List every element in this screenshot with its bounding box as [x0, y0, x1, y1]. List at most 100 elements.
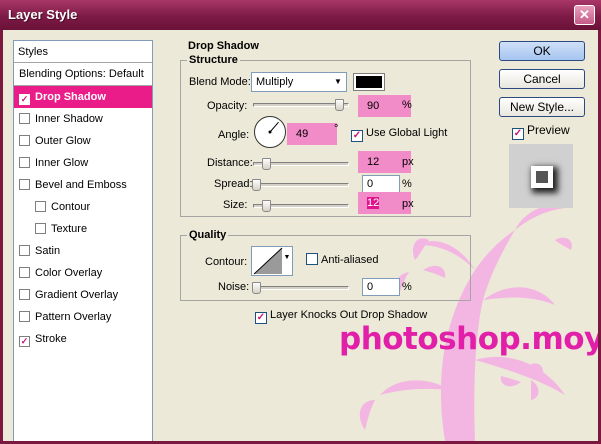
style-item-label: Inner Glow — [35, 157, 89, 169]
angle-label: Angle: — [218, 129, 250, 141]
angle-dial-needle-icon — [268, 121, 279, 134]
opacity-slider[interactable] — [253, 99, 349, 111]
style-item-color-overlay[interactable]: Color Overlay — [14, 262, 152, 284]
new-style-button[interactable]: New Style... — [499, 97, 585, 117]
checkbox-icon — [306, 253, 318, 265]
angle-input[interactable]: 49 — [291, 125, 327, 143]
style-item-label: Color Overlay — [35, 267, 103, 279]
blend-mode-select[interactable]: Multiply ▼ — [251, 72, 347, 92]
styles-list: Styles Blending Options: Default ✓ Drop S… — [13, 40, 153, 441]
noise-slider[interactable] — [252, 282, 349, 294]
layer-style-window: Layer Style ✕ Styles Blending Options: D… — [0, 0, 601, 444]
checkbox-icon[interactable] — [19, 157, 30, 168]
cancel-button[interactable]: Cancel — [499, 69, 585, 89]
style-item-label: Outer Glow — [35, 135, 91, 147]
opacity-input[interactable]: 90 — [362, 97, 400, 115]
styles-header[interactable]: Styles — [14, 41, 152, 63]
window-title: Layer Style — [8, 7, 78, 22]
size-input[interactable]: 12 — [362, 194, 400, 212]
dialog-client: Styles Blending Options: Default ✓ Drop S… — [3, 30, 598, 441]
contour-picker[interactable]: ▼ — [251, 246, 293, 276]
check-icon: ✓ — [255, 312, 267, 324]
check-icon[interactable]: ✓ — [19, 336, 30, 347]
blend-mode-value: Multiply — [256, 76, 294, 88]
opacity-slider-thumb[interactable] — [335, 99, 345, 111]
checkbox-icon[interactable] — [19, 245, 30, 256]
style-item-contour[interactable]: Contour — [14, 196, 152, 218]
spread-input[interactable]: 0 — [362, 175, 400, 193]
style-item-drop-shadow[interactable]: ✓ Drop Shadow — [14, 86, 152, 108]
check-icon[interactable]: ✓ — [19, 94, 30, 105]
opacity-label: Opacity: — [207, 100, 248, 112]
use-global-light-checkbox[interactable]: ✓ Use Global Light — [351, 127, 447, 142]
structure-group: Structure Blend Mode: Multiply ▼ Opacity… — [180, 54, 471, 217]
close-button[interactable]: ✕ — [574, 5, 595, 25]
style-item-inner-glow[interactable]: Inner Glow — [14, 152, 152, 174]
style-item-stroke[interactable]: ✓ Stroke — [14, 328, 152, 350]
distance-unit: px — [402, 156, 414, 168]
style-item-label: Inner Shadow — [35, 113, 103, 125]
layer-knocks-out-label: Layer Knocks Out Drop Shadow — [270, 309, 428, 321]
style-item-gradient-overlay[interactable]: Gradient Overlay — [14, 284, 152, 306]
style-item-texture[interactable]: Texture — [14, 218, 152, 240]
distance-label: Distance: — [207, 157, 253, 169]
shadow-color-swatch[interactable] — [353, 73, 385, 91]
style-item-label: Pattern Overlay — [35, 311, 112, 323]
checkbox-icon[interactable] — [19, 135, 30, 146]
style-item-label: Gradient Overlay — [35, 289, 119, 301]
style-item-bevel-and-emboss[interactable]: Bevel and Emboss — [14, 174, 152, 196]
style-items: ✓ Drop Shadow Inner Shadow Outer Glow Inner … — [14, 86, 152, 350]
contour-linear-icon — [253, 247, 283, 275]
style-item-label: Contour — [51, 201, 91, 213]
anti-aliased-label: Anti-aliased — [321, 254, 379, 266]
checkbox-icon[interactable] — [35, 223, 46, 234]
style-item-label: Satin — [35, 245, 61, 257]
preview-checkbox[interactable]: ✓ Preview — [512, 123, 570, 140]
size-slider[interactable] — [253, 200, 349, 212]
opacity-unit: % — [402, 99, 412, 111]
size-value: 12 — [367, 197, 380, 209]
noise-unit: % — [402, 281, 412, 293]
style-item-pattern-overlay[interactable]: Pattern Overlay — [14, 306, 152, 328]
ok-button[interactable]: OK — [499, 41, 585, 61]
quality-group: Quality Contour: ▼ Anti-aliased Noise: 0… — [180, 229, 471, 301]
spread-slider-thumb[interactable] — [252, 179, 261, 191]
style-item-outer-glow[interactable]: Outer Glow — [14, 130, 152, 152]
check-icon: ✓ — [512, 128, 524, 140]
distance-slider[interactable] — [253, 158, 349, 170]
checkbox-icon[interactable] — [35, 201, 46, 212]
style-item-inner-shadow[interactable]: Inner Shadow — [14, 108, 152, 130]
spread-unit: % — [402, 178, 412, 190]
checkbox-icon[interactable] — [19, 311, 30, 322]
noise-slider-thumb[interactable] — [252, 282, 261, 294]
noise-label: Noise: — [218, 281, 250, 293]
preview-inner — [536, 171, 548, 183]
checkbox-icon[interactable] — [19, 179, 30, 190]
size-slider-thumb[interactable] — [262, 200, 271, 212]
use-global-light-label: Use Global Light — [366, 127, 448, 139]
checkbox-icon[interactable] — [19, 289, 30, 300]
style-preview — [509, 144, 573, 208]
distance-slider-thumb[interactable] — [262, 158, 271, 170]
size-unit: px — [402, 198, 414, 210]
structure-title: Structure — [187, 54, 240, 66]
size-label: Size: — [223, 199, 248, 211]
style-item-label: Bevel and Emboss — [35, 179, 127, 191]
style-item-label: Drop Shadow — [35, 91, 106, 103]
blending-options-item[interactable]: Blending Options: Default — [14, 63, 152, 86]
anti-aliased-checkbox[interactable]: Anti-aliased — [306, 253, 378, 266]
title-bar[interactable]: Layer Style ✕ — [0, 0, 601, 30]
quality-title: Quality — [187, 229, 229, 241]
preview-label: Preview — [527, 123, 570, 137]
spread-label: Spread: — [214, 178, 253, 190]
style-item-satin[interactable]: Satin — [14, 240, 152, 262]
spread-slider[interactable] — [252, 179, 349, 191]
checkbox-icon[interactable] — [19, 267, 30, 278]
chevron-down-icon: ▼ — [334, 77, 342, 86]
checkbox-icon[interactable] — [19, 113, 30, 124]
noise-input[interactable]: 0 — [362, 278, 400, 296]
style-item-label: Stroke — [35, 333, 67, 345]
drop-shadow-title: Drop Shadow — [186, 40, 261, 52]
distance-input[interactable]: 12 — [362, 153, 400, 171]
angle-dial[interactable] — [254, 116, 286, 148]
